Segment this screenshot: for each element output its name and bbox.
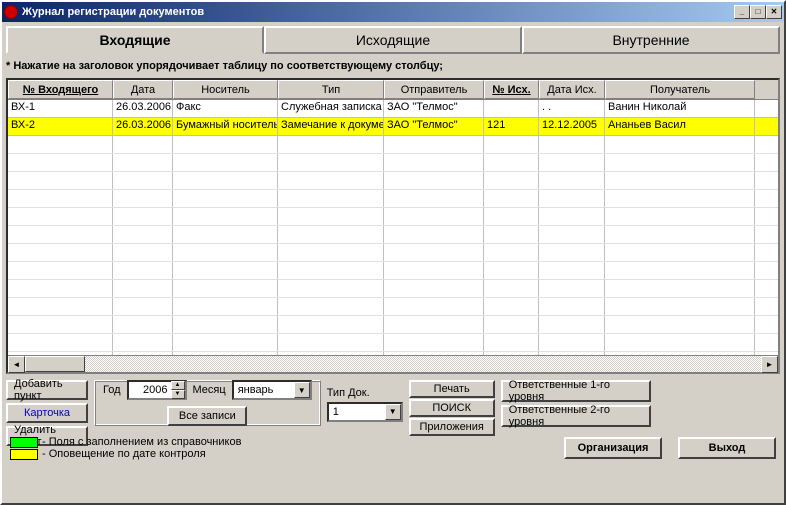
doctype-combo[interactable]: ▼ bbox=[327, 402, 403, 422]
window-title: Журнал регистрации документов bbox=[22, 6, 734, 18]
add-button[interactable]: Добавить пункт bbox=[6, 380, 88, 400]
resp2-button[interactable]: Ответственные 2-го уровня bbox=[501, 405, 651, 427]
cell: Факс bbox=[173, 100, 278, 117]
year-spinner[interactable]: ▲▼ bbox=[127, 380, 187, 400]
month-combo[interactable]: ▼ bbox=[232, 380, 312, 400]
cell: ВХ-1 bbox=[8, 100, 113, 117]
sort-hint: * Нажатие на заголовок упорядочивает таб… bbox=[6, 58, 780, 74]
year-up-icon[interactable]: ▲ bbox=[171, 381, 185, 390]
filter-group: Год ▲▼ Месяц ▼ Все записи bbox=[94, 380, 321, 426]
doctype-dropdown-icon[interactable]: ▼ bbox=[385, 404, 401, 420]
legend-text-1: - Поля с заполнением из справочников bbox=[42, 436, 241, 448]
col-header-type[interactable]: Тип bbox=[278, 80, 384, 99]
print-button[interactable]: Печать bbox=[409, 380, 495, 398]
tab-internal[interactable]: Внутренние bbox=[522, 26, 780, 54]
cell: 12.12.2005 bbox=[539, 118, 605, 135]
cell: Ананьев Васил bbox=[605, 118, 755, 135]
col-header-date[interactable]: Дата bbox=[113, 80, 173, 99]
organization-button[interactable]: Организация bbox=[564, 437, 662, 459]
legend-swatch-1 bbox=[10, 437, 38, 448]
year-label: Год bbox=[103, 384, 121, 396]
col-header-number[interactable]: № Входящего bbox=[8, 80, 113, 99]
month-dropdown-icon[interactable]: ▼ bbox=[294, 382, 310, 398]
cell: 121 bbox=[484, 118, 539, 135]
scroll-left-icon[interactable]: ◄ bbox=[8, 356, 25, 373]
legend-swatch-2 bbox=[10, 449, 38, 460]
h-scrollbar[interactable]: ◄ ► bbox=[8, 355, 778, 372]
month-label: Месяц bbox=[193, 384, 226, 396]
cell bbox=[484, 100, 539, 117]
year-input[interactable] bbox=[129, 384, 171, 396]
app-icon bbox=[4, 5, 18, 19]
cell: Бумажный носитель bbox=[173, 118, 278, 135]
col-header-carrier[interactable]: Носитель bbox=[173, 80, 278, 99]
legend-text-2: - Оповещение по дате контроля bbox=[42, 448, 206, 460]
col-header-sender[interactable]: Отправитель bbox=[384, 80, 484, 99]
close-button[interactable]: ✕ bbox=[766, 5, 782, 19]
col-header-outdate[interactable]: Дата Исх. bbox=[539, 80, 605, 99]
table-row[interactable]: ВХ-126.03.2006ФаксСлужебная запискаЗАО "… bbox=[8, 100, 778, 118]
table-row[interactable]: ВХ-226.03.2006Бумажный носительЗамечание… bbox=[8, 118, 778, 136]
resp1-button[interactable]: Ответственные 1-го уровня bbox=[501, 380, 651, 402]
doctype-input[interactable] bbox=[329, 404, 385, 420]
titlebar: Журнал регистрации документов _ □ ✕ bbox=[2, 2, 784, 22]
cell: 26.03.2006 bbox=[113, 118, 173, 135]
cell: ЗАО "Телмос" bbox=[384, 100, 484, 117]
cell: 26.03.2006 bbox=[113, 100, 173, 117]
tab-incoming[interactable]: Входящие bbox=[6, 26, 264, 54]
grid-body[interactable]: ВХ-126.03.2006ФаксСлужебная запискаЗАО "… bbox=[8, 100, 778, 355]
cell: . . bbox=[539, 100, 605, 117]
scroll-thumb[interactable] bbox=[25, 356, 85, 372]
legend: - Поля с заполнением из справочников - О… bbox=[10, 436, 241, 460]
maximize-button[interactable]: □ bbox=[750, 5, 766, 19]
tab-outgoing[interactable]: Исходящие bbox=[264, 26, 522, 54]
col-header-outnum[interactable]: № Исх. bbox=[484, 80, 539, 99]
data-grid: № Входящего Дата Носитель Тип Отправител… bbox=[6, 78, 780, 374]
all-records-button[interactable]: Все записи bbox=[167, 406, 247, 426]
search-button[interactable]: ПОИСК bbox=[409, 399, 495, 417]
year-down-icon[interactable]: ▼ bbox=[171, 390, 185, 399]
minimize-button[interactable]: _ bbox=[734, 5, 750, 19]
month-input[interactable] bbox=[234, 382, 294, 398]
scroll-track[interactable] bbox=[25, 356, 761, 372]
grid-header: № Входящего Дата Носитель Тип Отправител… bbox=[8, 80, 778, 100]
cell: Замечание к докуме bbox=[278, 118, 384, 135]
cell: ЗАО "Телмос" bbox=[384, 118, 484, 135]
cell: Служебная записка bbox=[278, 100, 384, 117]
doctype-label: Тип Док. bbox=[327, 387, 370, 399]
exit-button[interactable]: Выход bbox=[678, 437, 776, 459]
col-header-recipient[interactable]: Получатель bbox=[605, 80, 755, 99]
cell: ВХ-2 bbox=[8, 118, 113, 135]
cell: Ванин Николай bbox=[605, 100, 755, 117]
card-button[interactable]: Карточка bbox=[6, 403, 88, 423]
scroll-right-icon[interactable]: ► bbox=[761, 356, 778, 373]
tabs: Входящие Исходящие Внутренние bbox=[6, 26, 780, 54]
